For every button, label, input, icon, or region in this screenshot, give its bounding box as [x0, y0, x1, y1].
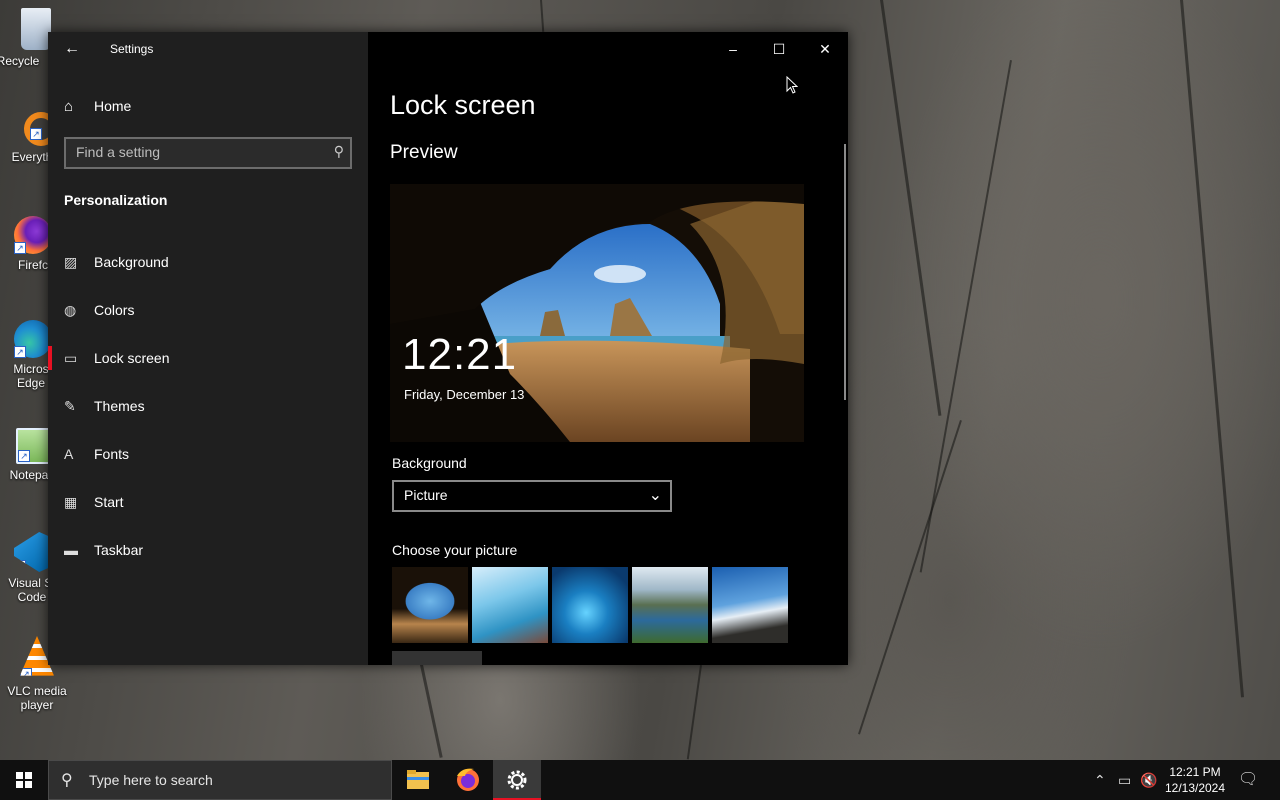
chevron-down-icon: ⌄: [648, 487, 662, 504]
windows-logo-icon: [16, 772, 32, 788]
mouse-cursor-icon: [786, 76, 798, 94]
page-title: Lock screen: [390, 90, 536, 120]
file-explorer-icon: [407, 770, 429, 789]
sidebar-item-start[interactable]: ▦ Start: [48, 478, 368, 526]
fonts-icon: A: [64, 446, 74, 462]
start-icon: ▦: [64, 493, 78, 510]
themes-icon: ✎: [64, 397, 76, 414]
thumbnail-sky-window[interactable]: [472, 567, 548, 643]
sidebar-item-lock-screen[interactable]: ▭ Lock screen: [48, 334, 368, 382]
volume-muted-icon[interactable]: 🔇: [1140, 760, 1158, 800]
taskbar-search-input[interactable]: ⚲ Type here to search: [48, 760, 392, 800]
taskbar-search-placeholder: Type here to search: [89, 772, 213, 788]
taskbar-file-explorer[interactable]: [394, 760, 442, 800]
sidebar-item-background[interactable]: ▨ Background: [48, 238, 368, 286]
thumbnail-mountain-lake[interactable]: [632, 567, 708, 643]
close-button[interactable]: ✕: [802, 32, 848, 66]
sidebar-item-colors[interactable]: ◍ Colors: [48, 286, 368, 334]
home-icon: ⌂: [64, 97, 74, 115]
sidebar-item-label: Taskbar: [94, 542, 144, 558]
picture-icon: ▨: [64, 253, 78, 270]
browse-button[interactable]: [392, 651, 482, 665]
maximize-button[interactable]: ☐: [756, 32, 802, 66]
search-placeholder: Find a setting: [76, 144, 161, 160]
palette-icon: ◍: [64, 301, 77, 318]
nav-home-label: Home: [94, 98, 132, 114]
section-title: Personalization: [64, 192, 168, 208]
sidebar-item-themes[interactable]: ✎ Themes: [48, 382, 368, 430]
settings-icon: [507, 770, 527, 790]
content-scrollbar[interactable]: [844, 144, 846, 400]
find-setting-input[interactable]: Find a setting ⚲: [64, 137, 352, 169]
choose-picture-label: Choose your picture: [392, 542, 518, 558]
taskbar-firefox[interactable]: [444, 760, 492, 800]
preview-heading: Preview: [390, 142, 458, 163]
show-hidden-icons-chevron-up-icon[interactable]: ⌃: [1094, 760, 1112, 800]
picture-thumbnails: [392, 567, 788, 643]
notepad-icon: ↗: [16, 428, 50, 464]
search-icon: ⚲: [61, 772, 73, 789]
taskbar-icon: ▬: [64, 542, 78, 558]
personalization-nav: ▨ Background ◍ Colors ▭ Lock screen ✎ Th…: [48, 238, 368, 574]
thumbnail-underwater[interactable]: [552, 567, 628, 643]
settings-content: – ☐ ✕ Lock screen Preview 12:21 Friday, …: [368, 32, 848, 665]
lock-screen-preview: 12:21 Friday, December 13: [390, 184, 804, 442]
taskbar-clock[interactable]: 12:21 PM 12/13/2024: [1160, 764, 1230, 796]
nav-home[interactable]: ⌂ Home: [64, 94, 131, 118]
preview-date: Friday, December 13: [404, 387, 525, 402]
taskbar-settings[interactable]: [493, 760, 541, 800]
firefox-icon: ↗: [14, 216, 52, 254]
search-icon[interactable]: ⚲: [334, 143, 344, 160]
settings-window: ← Settings ⌂ Home Find a setting ⚲ Perso…: [48, 32, 848, 665]
sidebar-item-label: Fonts: [94, 446, 130, 462]
back-arrow-icon[interactable]: ←: [58, 38, 86, 60]
start-button[interactable]: [0, 760, 48, 800]
taskbar-time: 12:21 PM: [1169, 765, 1221, 779]
title-bar[interactable]: ← Settings: [48, 32, 368, 66]
sidebar-item-label: Background: [94, 254, 169, 270]
desktop-icon-label: VLC media player: [7, 684, 67, 712]
recycle-bin-icon: [21, 8, 51, 50]
cave-beach-image: [390, 184, 804, 442]
sidebar-item-fonts[interactable]: A Fonts: [48, 430, 368, 478]
background-dropdown-value: Picture: [404, 487, 448, 503]
preview-time: 12:21: [402, 330, 518, 379]
sidebar-item-taskbar[interactable]: ▬ Taskbar: [48, 526, 368, 574]
minimize-button[interactable]: –: [710, 32, 756, 66]
firefox-icon: [457, 768, 479, 791]
sidebar-item-label: Lock screen: [94, 350, 170, 366]
settings-sidebar: ← Settings ⌂ Home Find a setting ⚲ Perso…: [48, 32, 368, 665]
notification-icon[interactable]: 🗨: [1238, 760, 1258, 800]
thumbnail-horizon[interactable]: [712, 567, 788, 643]
sidebar-item-label: Themes: [94, 398, 145, 414]
taskbar: ⚲ Type here to search ⌃ ▭ 🔇 12:21 PM 12/…: [0, 760, 1280, 800]
edge-icon: ↗: [14, 320, 52, 358]
background-label: Background: [392, 455, 467, 471]
network-icon[interactable]: ▭: [1118, 760, 1136, 800]
lock-screen-icon: ▭: [64, 349, 78, 366]
sidebar-item-label: Colors: [94, 302, 135, 318]
taskbar-date: 12/13/2024: [1164, 781, 1226, 795]
sidebar-item-label: Start: [94, 494, 124, 510]
thumbnail-cave-beach[interactable]: [392, 567, 468, 643]
vscode-icon: ↗: [14, 532, 50, 572]
app-title: Settings: [110, 42, 154, 56]
background-dropdown[interactable]: Picture ⌄: [392, 480, 672, 512]
